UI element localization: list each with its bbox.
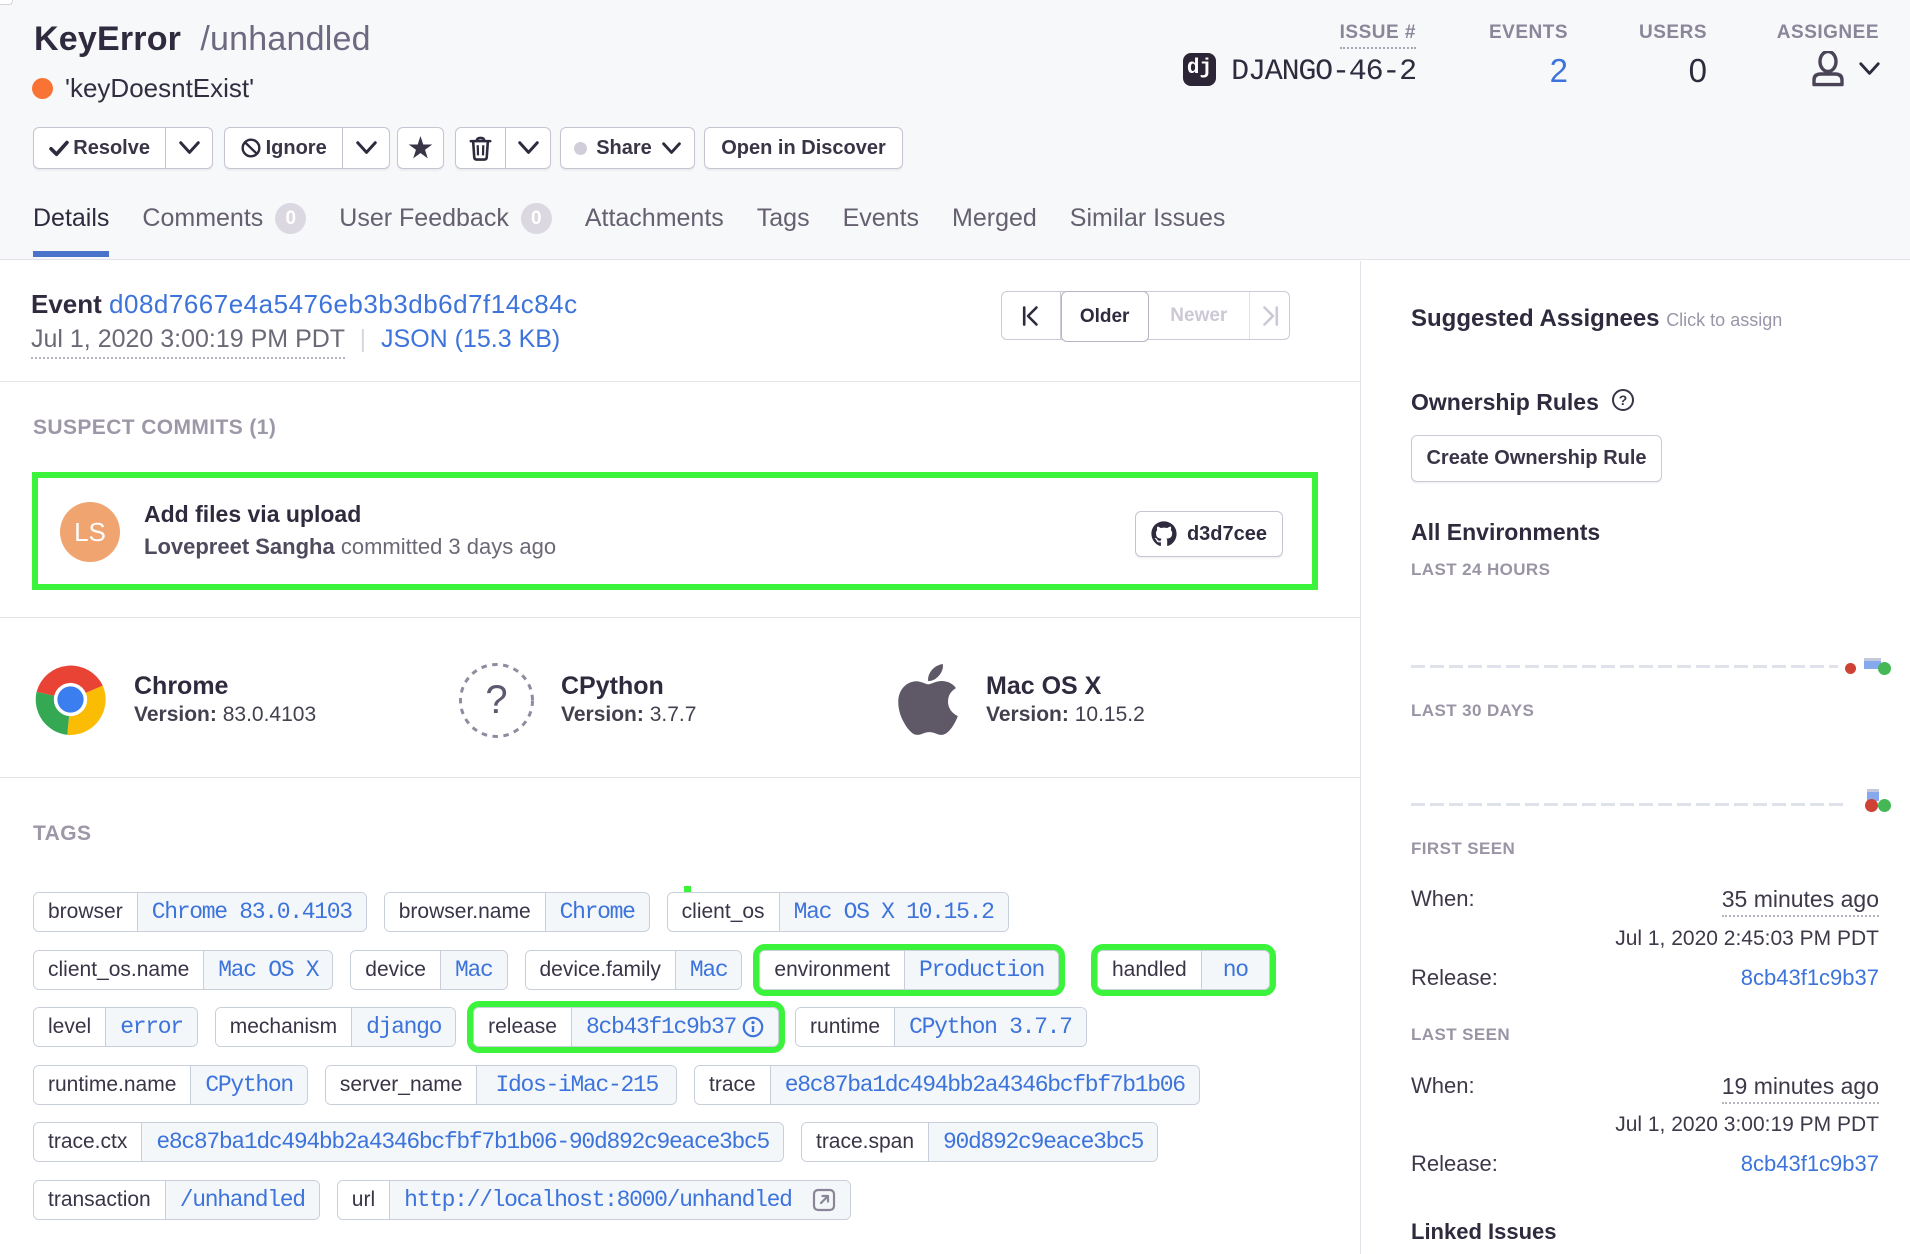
svg-text:?: ? bbox=[1619, 392, 1628, 408]
